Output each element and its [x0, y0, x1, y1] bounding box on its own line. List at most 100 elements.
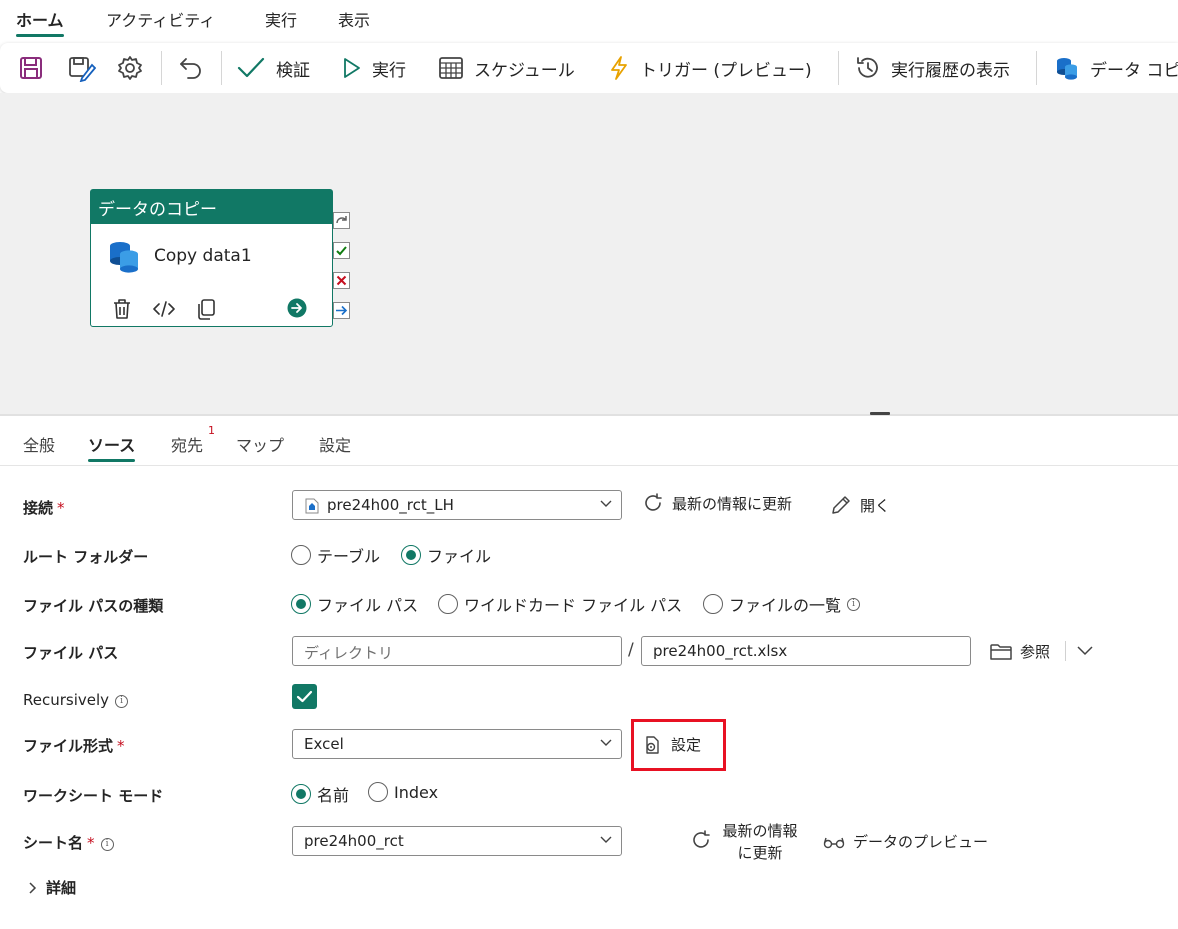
- radio-circle: [368, 782, 388, 802]
- lakehouse-icon: [305, 498, 319, 514]
- gear-icon: [118, 56, 142, 80]
- sheet-name-value: pre24h00_rct: [304, 832, 404, 850]
- copy-data-label: データ コピー: [1090, 60, 1178, 81]
- file-path-label: ファイル パス: [23, 644, 119, 662]
- connection-dropdown[interactable]: pre24h00_rct_LH: [292, 490, 622, 520]
- radio-sheet-name[interactable]: 名前: [291, 782, 349, 806]
- skip-output-icon[interactable]: [333, 212, 350, 229]
- annotation-highlight-box: [631, 719, 726, 771]
- radio-file-list[interactable]: ファイルの一覧 i: [703, 592, 861, 616]
- radio-circle: [291, 545, 311, 565]
- trigger-button[interactable]: トリガー (プレビュー): [608, 51, 812, 85]
- save-button[interactable]: [18, 51, 44, 85]
- validate-button[interactable]: 検証: [236, 51, 310, 85]
- canvas-border: [0, 414, 1178, 416]
- activity-header: データのコピー: [91, 190, 332, 224]
- checkmark-icon: [296, 690, 313, 703]
- tab-destination[interactable]: 宛先: [171, 432, 203, 456]
- refresh-connection-button[interactable]: 最新の情報に更新: [642, 492, 792, 514]
- refresh-sheets-button[interactable]: 最新の情報 に更新: [690, 820, 805, 864]
- radio-circle-selected: [291, 784, 311, 804]
- radio-circle-selected: [401, 545, 421, 565]
- radio-sheet-index[interactable]: Index: [368, 782, 438, 802]
- sheet-name-label: シート名 * i: [23, 832, 114, 853]
- delete-icon[interactable]: [112, 298, 132, 320]
- copy-icon[interactable]: [196, 298, 216, 320]
- arrow-right-circle-icon[interactable]: [287, 298, 307, 318]
- file-path-type-label: ファイル パスの種類: [23, 597, 164, 615]
- root-folder-label: ルート フォルダー: [23, 548, 149, 566]
- chevron-right-icon: [29, 881, 37, 894]
- recursively-checkbox[interactable]: [292, 684, 317, 709]
- validate-label: 検証: [276, 60, 310, 81]
- success-output-icon[interactable]: [333, 242, 350, 259]
- file-format-dropdown[interactable]: Excel: [292, 729, 622, 759]
- browse-separator: [1065, 641, 1066, 661]
- calendar-icon: [439, 57, 463, 79]
- nav-tab-run[interactable]: 実行: [265, 7, 297, 35]
- worksheet-mode-label: ワークシート モード: [23, 787, 164, 805]
- save-as-button[interactable]: [68, 51, 96, 85]
- toolbar-separator: [838, 51, 839, 85]
- refresh-icon: [645, 493, 662, 511]
- radio-files[interactable]: ファイル: [401, 543, 491, 567]
- edit-pencil-icon: [832, 496, 850, 514]
- refresh-icon: [693, 830, 710, 848]
- path-separator: /: [628, 640, 634, 660]
- info-icon[interactable]: i: [847, 597, 861, 611]
- database-icon: [1057, 58, 1077, 80]
- nav-tab-activities[interactable]: アクティビティ: [106, 7, 215, 35]
- browse-button[interactable]: 参照: [990, 641, 1050, 662]
- preview-data-button[interactable]: データのプレビュー: [823, 831, 988, 852]
- nav-tab-view[interactable]: 表示: [338, 7, 370, 35]
- schedule-button[interactable]: スケジュール: [438, 51, 575, 85]
- tab-source[interactable]: ソース: [88, 432, 136, 462]
- activity-name: Copy data1: [154, 246, 252, 266]
- run-button[interactable]: 実行: [342, 51, 406, 85]
- radio-file-path[interactable]: ファイル パス: [291, 592, 418, 616]
- run-history-button[interactable]: 実行履歴の表示: [855, 51, 1010, 85]
- tab-settings[interactable]: 設定: [319, 432, 351, 456]
- tab-mapping[interactable]: マップ: [236, 432, 284, 456]
- recursively-label: Recursively i: [23, 691, 129, 709]
- play-icon: [344, 58, 360, 78]
- failure-output-icon[interactable]: [333, 272, 350, 289]
- refresh-sheets-label: 最新の情報 に更新: [722, 822, 798, 862]
- tab-divider: [0, 465, 1178, 466]
- radio-wildcard-file-path[interactable]: ワイルドカード ファイル パス: [438, 592, 682, 616]
- toolbar-separator: [1036, 51, 1037, 85]
- file-format-value: Excel: [304, 735, 344, 753]
- checkmark-icon: [237, 57, 265, 78]
- toolbar-separator: [221, 51, 222, 85]
- chevron-down-icon: [600, 500, 612, 507]
- panel-resize-handle[interactable]: [870, 412, 890, 415]
- completion-output-icon[interactable]: [333, 302, 350, 319]
- sheet-name-dropdown[interactable]: pre24h00_rct: [292, 826, 622, 856]
- copy-data-activity[interactable]: データのコピー Copy data1: [90, 189, 333, 327]
- radio-circle-selected: [291, 594, 311, 614]
- details-expander[interactable]: 詳細: [28, 877, 76, 898]
- info-icon[interactable]: i: [115, 695, 129, 708]
- copy-data-button[interactable]: データ コピー: [1054, 51, 1178, 85]
- folder-icon: [990, 643, 1012, 660]
- file-name-input[interactable]: pre24h00_rct.xlsx: [641, 636, 971, 666]
- nav-tab-home[interactable]: ホーム: [16, 7, 64, 37]
- radio-circle: [438, 594, 458, 614]
- database-icon: [110, 242, 138, 273]
- ribbon-toolbar: 検証 実行 スケジュール トリガー (プレビュー) 実行履歴の表示 データ コピ…: [0, 43, 1178, 93]
- code-icon[interactable]: [153, 298, 175, 320]
- radio-table[interactable]: テーブル: [291, 543, 380, 567]
- open-connection-button[interactable]: 開く: [830, 494, 890, 516]
- lightning-icon: [611, 56, 627, 80]
- destination-error-badge: 1: [208, 424, 215, 437]
- tab-general[interactable]: 全般: [23, 432, 55, 456]
- chevron-down-icon[interactable]: [1077, 646, 1093, 656]
- run-label: 実行: [372, 60, 406, 81]
- history-icon: [857, 57, 878, 78]
- glasses-icon: [823, 837, 845, 848]
- undo-button[interactable]: [177, 51, 205, 85]
- settings-button[interactable]: [116, 51, 144, 85]
- info-icon[interactable]: i: [100, 838, 114, 851]
- toolbar-separator: [161, 51, 162, 85]
- directory-input[interactable]: ディレクトリ: [292, 636, 622, 666]
